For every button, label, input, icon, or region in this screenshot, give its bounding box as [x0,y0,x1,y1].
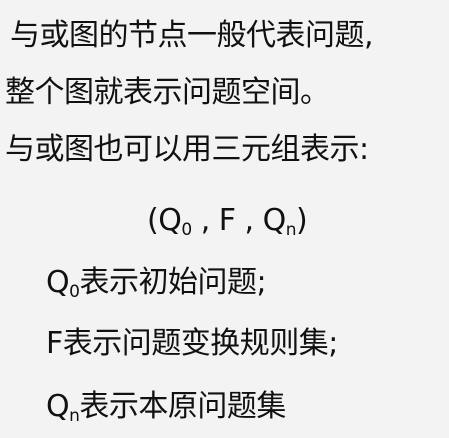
text-line-problem-space: 整个图就表示问题空间。 [5,75,330,110]
definition-q0: Q0表示初始问题; [46,263,267,303]
definition-qn-symbol: Q [46,389,70,424]
definition-f-text: F表示问题变换规则集; [46,326,338,361]
triple-middle: , F , Q [191,203,287,238]
definition-q0-symbol: Q [46,265,70,300]
triple-subscript-n: n [285,220,297,240]
definition-q0-subscript: 0 [69,282,80,302]
triple-open: (Q [147,203,182,238]
definition-f: F表示问题变换规则集; [46,324,338,364]
definition-qn-subscript: n [69,406,80,426]
triple-formula: (Q0 , F , Qn) [147,201,308,241]
triple-subscript-0: 0 [181,220,192,240]
definition-qn-text: 表示本原问题集 [79,389,286,424]
text-line-triple-representation: 与或图也可以用三元组表示: [5,132,369,167]
definition-qn: Qn表示本原问题集 [46,387,286,427]
definition-q0-text: 表示初始问题; [79,265,267,300]
text-line-and-or-graph-nodes: 与或图的节点一般代表问题, [10,18,374,53]
triple-close: ) [296,203,308,238]
